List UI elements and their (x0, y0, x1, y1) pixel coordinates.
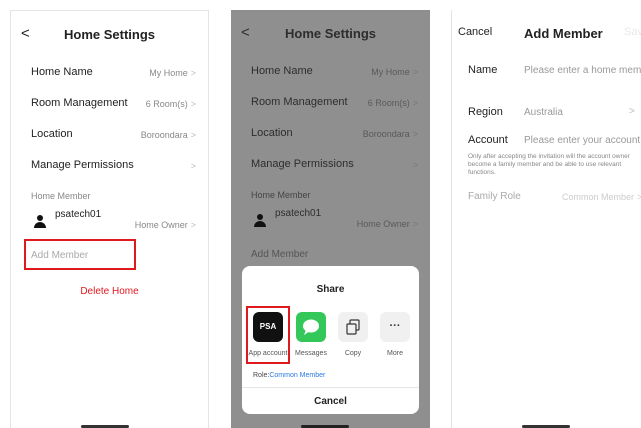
row-value: Boroondara > (141, 130, 196, 140)
location-value: Boroondara (140, 130, 188, 140)
home-name-value: My Home (371, 67, 410, 77)
row-value: Boroondara > (363, 129, 418, 139)
share-screen: < Home Settings Home Name My Home > Room … (231, 10, 430, 428)
member-role: Home Owner > (357, 219, 418, 229)
family-role-label: Family Role (468, 191, 521, 202)
messages-icon[interactable] (296, 312, 326, 342)
region-value: Australia (524, 107, 563, 118)
page-title: Home Settings (284, 26, 376, 41)
chevron-right-icon: > (637, 192, 641, 202)
member-role: Home Owner > (135, 220, 196, 230)
page-title: Home Settings (63, 27, 155, 42)
share-sheet: Share PSA App account Messages Copy ··· … (242, 266, 419, 414)
row-value: > (188, 161, 196, 171)
cancel-button[interactable]: Cancel (242, 396, 419, 407)
chevron-right-icon: > (190, 99, 196, 109)
more-label: More (387, 350, 403, 357)
chevron-right-icon: > (412, 129, 418, 139)
highlight-box (246, 306, 290, 364)
more-icon[interactable]: ··· (380, 312, 410, 342)
chevron-right-icon: > (190, 220, 196, 230)
chevron-right-icon: > (412, 67, 418, 77)
chevron-right-icon: > (412, 160, 418, 170)
row-value: My Home > (149, 68, 196, 78)
add-member-screen: Cancel Add Member Save Name Please enter… (451, 10, 641, 428)
row-room-management: Room Management (251, 96, 348, 108)
row-manage-permissions: Manage Permissions (251, 158, 354, 170)
chevron-right-icon: > (412, 219, 418, 229)
room-count-value: 6 Room(s) (145, 99, 188, 109)
highlight-box (24, 239, 136, 270)
divider (242, 387, 419, 388)
member-name: psatech01 (55, 209, 102, 220)
name-label: Name (468, 64, 498, 76)
cancel-button[interactable]: Cancel (458, 26, 492, 38)
home-name-value: My Home (149, 68, 188, 78)
role-line[interactable]: Role:Common Member (253, 372, 325, 379)
chevron-right-icon: > (190, 68, 196, 78)
region-label: Region (468, 106, 503, 118)
row-home-name: Home Name (251, 65, 313, 77)
messages-label: Messages (295, 350, 327, 357)
person-icon (33, 215, 47, 229)
family-role-text: Common Member (562, 192, 635, 202)
chevron-right-icon: > (412, 98, 418, 108)
room-count-value: 6 Room(s) (367, 98, 410, 108)
account-input[interactable]: Please enter your account (524, 135, 640, 146)
row-label: Location (31, 128, 73, 140)
home-settings-screen: < Home Settings Home Name My Home > Room … (10, 10, 209, 428)
name-input[interactable]: Please enter a home member n (524, 65, 641, 76)
member-role-value: Home Owner (134, 220, 188, 230)
row-value: My Home > (371, 67, 418, 77)
role-prefix: Role: (253, 372, 270, 379)
copy-label: Copy (344, 350, 362, 357)
save-button[interactable]: Save (624, 26, 641, 38)
invitation-note: Only after accepting the invitation will… (468, 153, 630, 176)
chevron-right-icon: > (190, 130, 196, 140)
row-value: 6 Room(s) > (146, 99, 196, 109)
row-label: Room Management (31, 97, 128, 109)
location-value: Boroondara (362, 129, 410, 139)
member-role-value: Home Owner (356, 219, 410, 229)
share-title: Share (316, 284, 345, 295)
role-value: Common Member (269, 372, 326, 379)
page-title: Add Member (524, 26, 603, 41)
row-value: 6 Room(s) > (368, 98, 418, 108)
row-label: Home Name (31, 66, 93, 78)
person-icon (253, 214, 267, 228)
member-name: psatech01 (275, 208, 322, 219)
row-location: Location (251, 127, 293, 139)
account-label: Account (468, 134, 508, 146)
copy-icon[interactable] (338, 312, 368, 342)
chevron-right-icon: > (629, 106, 635, 117)
more-dots: ··· (389, 320, 401, 332)
home-member-header: Home Member (31, 191, 91, 201)
chevron-right-icon: > (190, 161, 196, 171)
delete-home-button[interactable]: Delete Home (11, 286, 208, 297)
family-role-value: Common Member> (562, 192, 641, 202)
add-member-button: Add Member (251, 249, 309, 260)
row-label: Manage Permissions (31, 159, 134, 171)
row-value: > (410, 160, 418, 170)
home-member-header: Home Member (251, 190, 311, 200)
